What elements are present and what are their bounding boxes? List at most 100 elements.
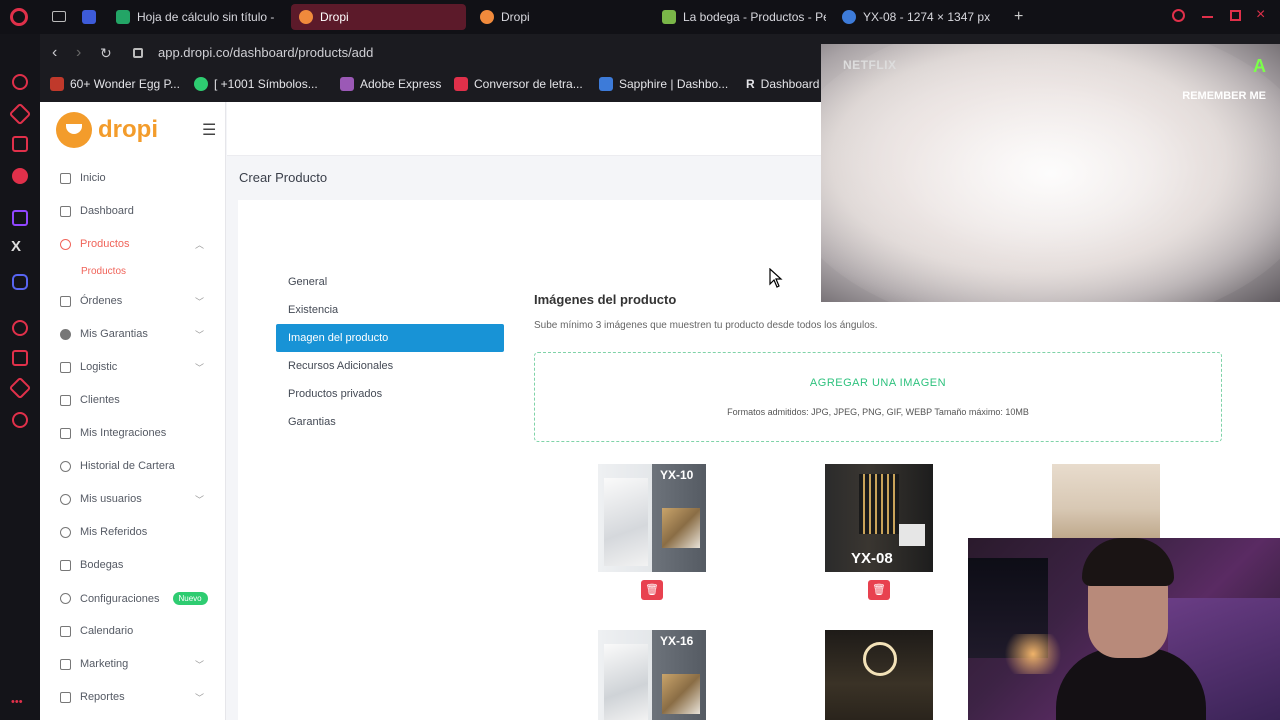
messenger-icon[interactable] — [12, 320, 28, 336]
tab-existencia[interactable]: Existencia — [276, 296, 504, 324]
minimize-icon[interactable] — [1202, 16, 1213, 18]
calendar-icon — [60, 625, 71, 637]
workspaces-icon[interactable] — [52, 11, 66, 22]
product-image-thumbnail[interactable] — [1052, 464, 1160, 538]
sidebar-item-inicio[interactable]: Inicio — [60, 172, 206, 184]
bookmark-label: Sapphire | Dashbo... — [619, 77, 729, 91]
dropi-icon — [480, 10, 494, 24]
tab-productos-privados[interactable]: Productos privados — [276, 380, 504, 408]
sidebar-item-garantias[interactable]: Mis Garantias ﹀ — [60, 328, 206, 340]
opera-logo-icon[interactable] — [10, 8, 28, 26]
x-twitter-icon[interactable]: X — [11, 238, 21, 255]
sidebar-item-clientes[interactable]: Clientes — [60, 394, 206, 406]
netflix-pip-video[interactable]: NETFLIX A REMEMBER ME — [821, 44, 1280, 302]
mouse-cursor-icon — [769, 268, 783, 288]
bookmark-item[interactable]: [ +1001 Símbolos... — [194, 77, 318, 91]
dropi-logo-icon — [56, 112, 92, 148]
product-image-thumbnail[interactable]: YX-08 — [825, 464, 933, 572]
forward-icon[interactable]: › — [76, 44, 81, 62]
sidebar-item-dashboard[interactable]: Dashboard — [60, 205, 206, 217]
tab-dropi-active[interactable]: Dropi — [291, 4, 466, 30]
lock-icon — [133, 48, 143, 58]
search-icon — [60, 238, 71, 250]
tasks-icon[interactable] — [12, 350, 28, 366]
tab-recursos-adicionales[interactable]: Recursos Adicionales — [276, 352, 504, 380]
product-image-thumbnail[interactable]: YX-10 — [598, 464, 706, 572]
chevron-up-icon: ︿ — [194, 239, 204, 250]
gx-corner-icon[interactable] — [8, 102, 32, 126]
sidebar-item-bodegas[interactable]: Bodegas — [60, 559, 206, 571]
bookmark-item[interactable]: 60+ Wonder Egg P... — [50, 77, 180, 91]
bookmark-label: Adobe Express — [360, 77, 442, 91]
reload-icon[interactable]: ↻ — [100, 45, 112, 62]
tab-imagen-producto[interactable]: Imagen del producto — [276, 324, 504, 352]
bookmark-label: Conversor de letra... — [474, 77, 583, 91]
vanity-sink — [899, 524, 925, 546]
users-icon — [60, 493, 71, 505]
adobe-icon — [340, 77, 354, 91]
sidebar-item-marketing[interactable]: Marketing ﹀ — [60, 658, 206, 670]
sidebar-item-referidos[interactable]: Mis Referidos — [60, 526, 206, 538]
bookmark-label: [ +1001 Símbolos... — [214, 77, 318, 91]
marble-panel — [604, 478, 648, 566]
dropi-logo[interactable]: dropi — [56, 112, 158, 148]
delete-image-button[interactable]: 🗑 — [868, 580, 890, 600]
tab-la-bodega[interactable]: La bodega - Productos - Pe — [654, 4, 826, 30]
bookmark-item[interactable]: Sapphire | Dashbo... — [599, 77, 728, 91]
maximize-icon[interactable] — [1230, 10, 1241, 21]
bookmark-label: Dashboard — [760, 77, 820, 91]
tab-image-yx08[interactable]: YX-08 - 1274 × 1347 px — [834, 4, 1004, 30]
store-icon[interactable] — [12, 168, 28, 184]
sidebar-subitem-productos[interactable]: Productos — [81, 266, 126, 277]
tab-label: Hoja de cálculo sin título - — [137, 10, 275, 24]
discord-icon[interactable] — [12, 274, 28, 290]
close-icon[interactable]: × — [1256, 6, 1265, 24]
twitch-icon[interactable] — [12, 210, 28, 226]
webcam-overlay — [968, 538, 1280, 720]
hamburger-menu-icon[interactable]: ☰ — [202, 120, 216, 140]
sidebar-item-integraciones[interactable]: Mis Integraciones — [60, 427, 206, 439]
marble-panel — [604, 644, 648, 720]
bolt-icon — [454, 77, 468, 91]
bookmark-item[interactable]: Conversor de letra... — [454, 77, 583, 91]
sidebar-item-logistic[interactable]: Logistic ﹀ — [60, 361, 206, 373]
url-field[interactable]: app.dropi.co/dashboard/products/add — [158, 45, 373, 60]
pinboard-icon[interactable] — [8, 376, 32, 400]
add-image-button[interactable]: AGREGAR UNA IMAGEN — [535, 377, 1221, 389]
video-player-icon[interactable] — [12, 136, 28, 152]
delete-image-button[interactable]: 🗑 — [641, 580, 663, 600]
chevron-down-icon: ﹀ — [194, 329, 204, 340]
tab-general[interactable]: General — [276, 268, 504, 296]
show-title: REMEMBER ME — [1182, 90, 1266, 102]
bookmark-item[interactable]: R Dashboard — [746, 77, 819, 91]
rating-badge: A — [1253, 56, 1266, 76]
tab-spreadsheet[interactable]: Hoja de cálculo sin título - — [108, 4, 278, 30]
tab-garantias[interactable]: Garantias — [276, 408, 504, 436]
sidebar-item-usuarios[interactable]: Mis usuarios ﹀ — [60, 493, 206, 505]
image-icon — [842, 10, 856, 24]
referral-icon — [60, 526, 71, 538]
tab-icon[interactable] — [82, 10, 96, 24]
new-tab-icon[interactable]: + — [1014, 8, 1023, 26]
sapphire-icon — [599, 77, 613, 91]
sheets-icon — [116, 10, 130, 24]
settings-icon[interactable] — [12, 412, 28, 428]
sidebar-item-productos[interactable]: Productos ︿ — [60, 238, 206, 250]
search-icon[interactable] — [1172, 9, 1185, 22]
more-icon[interactable]: ••• — [11, 696, 23, 708]
bookmark-item[interactable]: Adobe Express — [340, 77, 441, 91]
sidebar-item-historial[interactable]: Historial de Cartera — [60, 460, 206, 472]
product-image-thumbnail[interactable] — [825, 630, 933, 720]
sample-swatches — [662, 508, 700, 548]
sidebar-item-configuraciones[interactable]: Configuraciones Nuevo — [60, 592, 208, 605]
sidebar-item-calendario[interactable]: Calendario — [60, 625, 206, 637]
sidebar-item-ordenes[interactable]: Órdenes ﹀ — [60, 295, 206, 307]
image-dropzone[interactable]: AGREGAR UNA IMAGEN Formatos admitidos: J… — [534, 352, 1222, 442]
product-image-thumbnail[interactable]: YX-16 — [598, 630, 706, 720]
tab-dropi[interactable]: Dropi — [472, 4, 642, 30]
gx-control-icon[interactable] — [12, 74, 28, 90]
back-icon[interactable]: ‹ — [52, 44, 57, 62]
dropzone-formats: Formatos admitidos: JPG, JPEG, PNG, GIF,… — [727, 407, 1029, 417]
sidebar-item-reportes[interactable]: Reportes ﹀ — [60, 691, 206, 703]
chevron-down-icon: ﹀ — [194, 296, 204, 307]
